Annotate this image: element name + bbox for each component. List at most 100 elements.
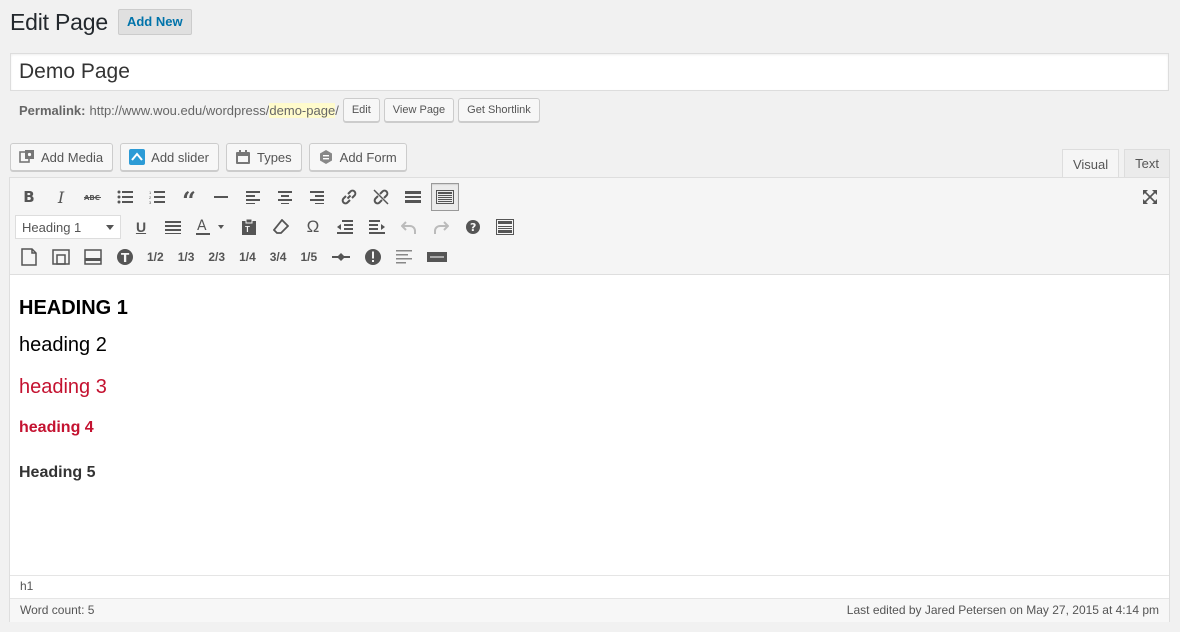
- heading-4-text[interactable]: heading 4: [19, 419, 94, 437]
- omega-icon: Ω: [306, 217, 320, 236]
- add-new-button[interactable]: Add New: [117, 9, 192, 35]
- tab-text[interactable]: Text: [1124, 149, 1170, 177]
- editor-toolbar: B I ABC 123 “ Heading 1 U A T: [10, 178, 1169, 275]
- column-third-button[interactable]: 1/3: [174, 243, 199, 271]
- toolbar-toggle-button[interactable]: [431, 183, 459, 211]
- editor-content[interactable]: HEADING 1 heading 2 heading 3 heading 4 …: [10, 275, 1169, 575]
- underline-icon: U: [135, 219, 147, 235]
- permalink-base[interactable]: http://www.wou.edu/wordpress/: [89, 103, 269, 118]
- read-more-icon: [405, 191, 421, 203]
- bold-icon: B: [23, 188, 35, 206]
- italic-button[interactable]: I: [47, 183, 75, 211]
- align-left-button[interactable]: [239, 183, 267, 211]
- add-slider-label: Add slider: [151, 149, 209, 165]
- svg-text:T: T: [245, 225, 250, 234]
- element-path: h1: [10, 575, 1169, 597]
- box-element-button[interactable]: [47, 243, 75, 271]
- button-element-button[interactable]: [423, 243, 451, 271]
- text-block-button[interactable]: [391, 243, 419, 271]
- align-center-button[interactable]: [271, 183, 299, 211]
- permalink-label: Permalink:: [19, 102, 86, 118]
- column-two-thirds-button[interactable]: 2/3: [204, 243, 229, 271]
- get-shortlink-button[interactable]: Get Shortlink: [458, 98, 540, 122]
- column-three-quarters-button[interactable]: 3/4: [266, 243, 291, 271]
- shortcodes-button[interactable]: [491, 213, 519, 241]
- strikethrough-icon: ABC: [84, 194, 101, 202]
- underline-button[interactable]: U: [127, 213, 155, 241]
- add-media-button[interactable]: Add Media: [10, 143, 114, 171]
- blockquote-button[interactable]: “: [175, 183, 203, 215]
- align-right-button[interactable]: [303, 183, 331, 211]
- title-input[interactable]: Demo Page: [10, 53, 1169, 91]
- svg-text:3: 3: [149, 200, 152, 204]
- numbered-list-icon: 123: [149, 190, 165, 204]
- alert-button[interactable]: [359, 243, 387, 271]
- layout-icon: [496, 219, 514, 235]
- insert-link-button[interactable]: [335, 183, 363, 211]
- undo-icon: [401, 221, 416, 234]
- text-color-icon: A: [196, 219, 224, 235]
- add-media-label: Add Media: [41, 149, 104, 165]
- horizontal-line-button[interactable]: [207, 183, 235, 211]
- view-page-button[interactable]: View Page: [383, 98, 455, 122]
- page-element-button[interactable]: [15, 243, 43, 271]
- types-button[interactable]: Types: [225, 143, 302, 171]
- page-header: Edit Page Add New: [10, 6, 192, 38]
- column-fifth-button[interactable]: 1/5: [296, 243, 321, 271]
- paste-text-button[interactable]: T: [235, 213, 263, 241]
- path-element[interactable]: h1: [20, 579, 33, 593]
- column-quarter-button[interactable]: 1/4: [235, 243, 260, 271]
- edit-permalink-button[interactable]: Edit: [342, 98, 380, 122]
- numbered-list-button[interactable]: 123: [143, 183, 171, 211]
- editor: B I ABC 123 “ Heading 1 U A T: [9, 177, 1170, 622]
- heading-3-text[interactable]: heading 3: [19, 376, 107, 399]
- tab-visual[interactable]: Visual: [1061, 149, 1120, 178]
- fullscreen-button[interactable]: [1139, 186, 1161, 208]
- typography-button[interactable]: T: [111, 243, 139, 271]
- undo-button[interactable]: [395, 213, 423, 241]
- align-right-icon: [310, 191, 324, 204]
- read-more-button[interactable]: [399, 183, 427, 211]
- text-lines-icon: [396, 250, 413, 264]
- justify-icon: [165, 221, 181, 234]
- heading-2-text[interactable]: heading 2: [19, 334, 107, 357]
- types-icon: [234, 148, 252, 166]
- unlink-icon: [373, 189, 389, 205]
- strikethrough-button[interactable]: ABC: [79, 183, 107, 211]
- t-circle-icon: T: [117, 249, 133, 265]
- indent-button[interactable]: [363, 213, 391, 241]
- unlink-button[interactable]: [367, 183, 395, 211]
- toolbar-row-2: Heading 1 U A T Ω ?: [15, 212, 523, 242]
- keyboard-icon: [436, 190, 454, 204]
- bold-button[interactable]: B: [15, 183, 43, 211]
- redo-icon: [434, 221, 449, 234]
- svg-text:T: T: [121, 251, 130, 265]
- footer-element-button[interactable]: [79, 243, 107, 271]
- heading-5-text[interactable]: Heading 5: [19, 464, 95, 482]
- alert-icon: [365, 249, 382, 265]
- justify-button[interactable]: [159, 213, 187, 241]
- editor-tabs: Visual Text: [1057, 149, 1170, 178]
- help-button[interactable]: ?: [459, 213, 487, 241]
- svg-text:A: A: [197, 219, 207, 234]
- quote-icon: “: [182, 186, 196, 215]
- format-select[interactable]: Heading 1: [15, 215, 121, 239]
- box-icon: [52, 249, 70, 265]
- divider-button[interactable]: [327, 243, 355, 271]
- bullet-list-button[interactable]: [111, 183, 139, 211]
- add-form-button[interactable]: Add Form: [308, 143, 407, 171]
- toolbar-row-3: T 1/2 1/3 2/3 1/4 3/4 1/5: [15, 242, 455, 272]
- clear-formatting-button[interactable]: [267, 213, 295, 241]
- permalink-slug[interactable]: demo-page: [269, 102, 336, 118]
- redo-button[interactable]: [427, 213, 455, 241]
- media-icon: [18, 148, 36, 166]
- add-slider-button[interactable]: Add slider: [120, 143, 219, 171]
- page-icon: [21, 248, 37, 266]
- special-character-button[interactable]: Ω: [299, 213, 327, 241]
- heading-1-text[interactable]: HEADING 1: [19, 297, 128, 320]
- toolbar-row-1: B I ABC 123 “: [15, 182, 463, 215]
- text-color-button[interactable]: A: [191, 213, 231, 241]
- media-buttons: Add Media Add slider Types Add Form: [10, 143, 414, 171]
- column-half-button[interactable]: 1/2: [143, 243, 168, 271]
- outdent-button[interactable]: [331, 213, 359, 241]
